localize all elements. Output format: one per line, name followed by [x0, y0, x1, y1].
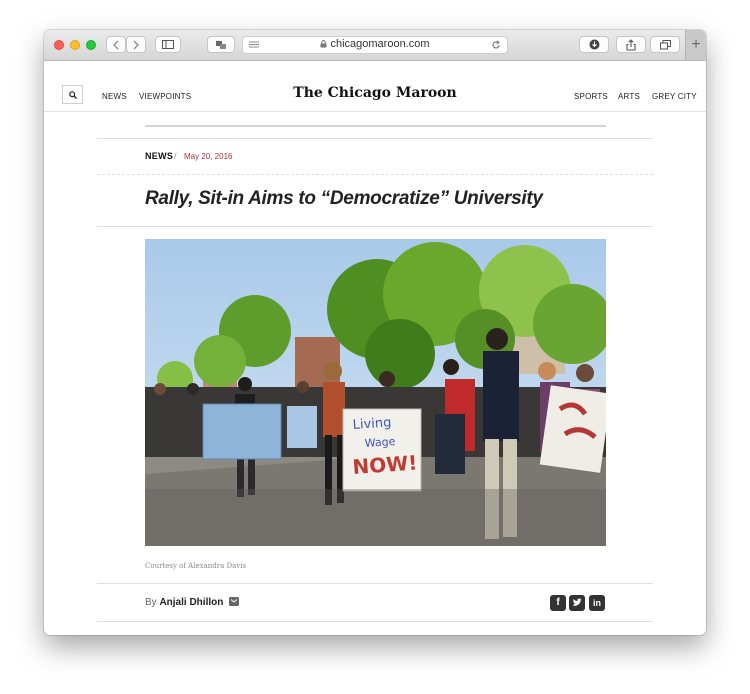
- rally-photo-image: Living Wage NOW!: [145, 239, 606, 546]
- close-window-button[interactable]: [54, 40, 64, 50]
- chevron-left-icon: [113, 40, 119, 49]
- minimize-window-button[interactable]: [70, 40, 80, 50]
- tabs-stack-icon: [216, 40, 226, 49]
- divider: [97, 226, 653, 227]
- site-search-button[interactable]: [62, 85, 83, 104]
- chevron-right-icon: [133, 40, 139, 49]
- divider: [97, 583, 653, 584]
- divider: [97, 174, 653, 175]
- sign-text-wage: Wage: [364, 435, 396, 450]
- sidebar-button[interactable]: [155, 36, 181, 53]
- masthead-logo[interactable]: The Chicago Maroon: [275, 85, 475, 101]
- twitter-bird-icon: [572, 598, 582, 606]
- byline: By Anjali Dhillon: [145, 597, 240, 608]
- linkedin-share-icon[interactable]: in: [589, 595, 605, 611]
- byline-prefix: By: [145, 597, 157, 608]
- duplicate-tabs-icon: [659, 39, 671, 49]
- zoom-window-button[interactable]: [86, 40, 96, 50]
- author-link[interactable]: Anjali Dhillon: [159, 597, 223, 608]
- sign-text-living: Living: [352, 415, 392, 433]
- show-all-tabs-button[interactable]: [650, 36, 680, 53]
- article-photo[interactable]: Living Wage NOW!: [145, 239, 606, 546]
- breadcrumb-separator: /: [174, 151, 177, 161]
- lock-icon: [320, 40, 327, 48]
- site-header: NEWS VIEWPOINTS The Chicago Maroon SPORT…: [44, 60, 706, 112]
- share-button[interactable]: [616, 36, 646, 53]
- nav-grey-city[interactable]: GREY CITY: [652, 92, 697, 101]
- back-button[interactable]: [106, 36, 126, 53]
- email-author-icon[interactable]: [229, 597, 240, 606]
- publish-date: May 20, 2016: [184, 152, 233, 161]
- downloads-button[interactable]: [579, 36, 609, 53]
- address-bar[interactable]: chicagomaroon.com: [242, 36, 508, 54]
- new-tab-button[interactable]: +: [685, 30, 706, 60]
- sign-text-now: NOW!: [352, 451, 418, 479]
- reload-icon[interactable]: [491, 40, 501, 50]
- download-icon: [589, 39, 599, 50]
- browser-toolbar: chicagomaroon.com +: [44, 30, 706, 61]
- ad-placeholder-rule: [145, 125, 606, 127]
- twitter-share-icon[interactable]: [569, 595, 585, 611]
- url-text: chicagomaroon.com: [330, 38, 430, 50]
- tab-overview-button[interactable]: [207, 36, 235, 53]
- search-icon: [69, 91, 77, 99]
- share-icon: [626, 38, 636, 51]
- sidebar-icon: [162, 40, 174, 49]
- nav-arts[interactable]: ARTS: [618, 92, 640, 101]
- divider: [97, 138, 653, 139]
- nav-viewpoints[interactable]: VIEWPOINTS: [139, 92, 191, 101]
- divider: [97, 621, 653, 622]
- forward-button[interactable]: [126, 36, 146, 53]
- nav-sports[interactable]: SPORTS: [574, 92, 608, 101]
- section-link[interactable]: NEWS: [145, 151, 173, 161]
- nav-news[interactable]: NEWS: [102, 92, 127, 101]
- url-display: chicagomaroon.com: [243, 38, 507, 50]
- article-headline: Rally, Sit-in Aims to “Democratize” Univ…: [145, 188, 543, 209]
- facebook-share-icon[interactable]: f: [550, 595, 566, 611]
- photo-caption: Courtesy of Alexandra Davis: [145, 562, 247, 570]
- browser-window: chicagomaroon.com + NEWS VIEWPOINTS The …: [44, 30, 706, 635]
